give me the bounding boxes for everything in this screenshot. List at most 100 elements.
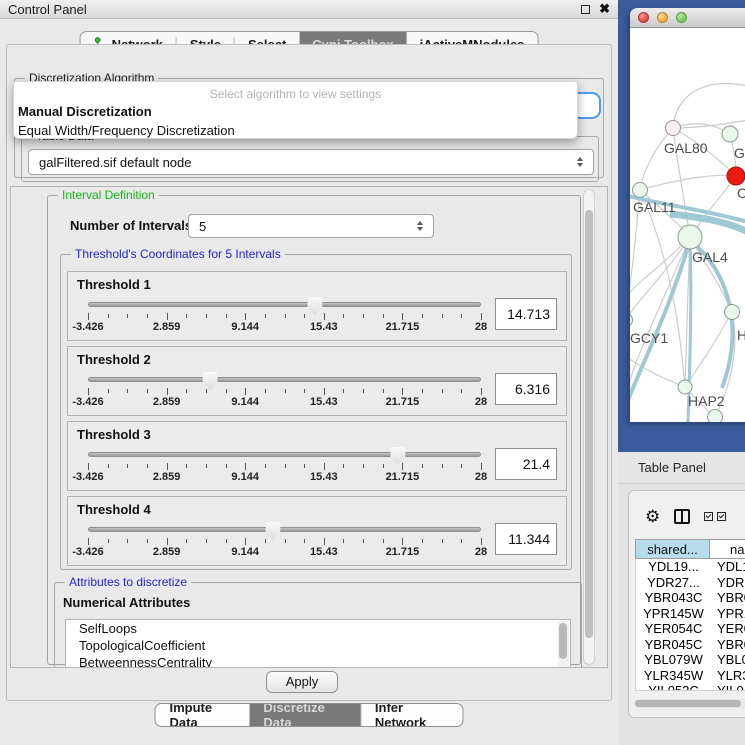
- network-graph: GAL80GACGAL11GAL4GCY1HHAP2: [630, 28, 745, 422]
- slider-track[interactable]: [88, 302, 481, 307]
- threshold-value-field[interactable]: 6.316: [495, 373, 557, 405]
- table-row[interactable]: YBL079WYBL0: [636, 652, 745, 668]
- tick-mark: [265, 539, 266, 543]
- tick-label: 28: [475, 396, 487, 408]
- tick-mark: [343, 314, 344, 318]
- tick-mark: [88, 313, 89, 320]
- tick-mark: [108, 539, 109, 543]
- tick-label: 9.144: [231, 546, 259, 558]
- network-node[interactable]: [725, 305, 740, 320]
- number-of-intervals-combobox[interactable]: 5: [188, 214, 434, 238]
- slider-track[interactable]: [88, 377, 481, 382]
- checkbox-icon[interactable]: [717, 512, 726, 521]
- tick-mark: [343, 464, 344, 468]
- cell-name[interactable]: YLR3: [711, 668, 745, 684]
- algorithm-option-manual[interactable]: Manual Discretization: [14, 102, 577, 121]
- cell-name[interactable]: YDL1: [711, 559, 745, 575]
- threshold-panel: Threshold 2-3.4262.8599.14415.4321.71528…: [67, 346, 567, 416]
- attributes-title: Attributes to discretize: [65, 575, 191, 589]
- close-icon[interactable]: ✖: [599, 4, 610, 14]
- tab-impute-data[interactable]: Impute Data: [156, 704, 250, 726]
- network-node[interactable]: [633, 183, 648, 198]
- network-node[interactable]: [678, 225, 702, 249]
- tick-label: 15.43: [310, 321, 338, 333]
- tick-mark: [481, 313, 482, 320]
- network-view-window[interactable]: GAL80GACGAL11GAL4GCY1HHAP2: [630, 8, 745, 422]
- cell-name[interactable]: YPR1: [711, 606, 745, 622]
- table-data-combobox[interactable]: galFiltered.sif default node: [28, 149, 594, 175]
- threshold-value-field[interactable]: 21.4: [495, 448, 557, 480]
- cell-shared-name[interactable]: YPR145W: [636, 606, 711, 622]
- cell-shared-name[interactable]: YIL052C: [636, 683, 711, 691]
- attribute-item[interactable]: BetweennessCentrality: [66, 654, 570, 668]
- cell-name[interactable]: YDR2: [711, 575, 745, 591]
- table-row[interactable]: YLR345WYLR3: [636, 668, 745, 684]
- tick-mark: [481, 388, 482, 395]
- threshold-label: Threshold 3: [68, 422, 566, 442]
- network-node[interactable]: [666, 121, 681, 136]
- gear-icon[interactable]: ⚙: [645, 508, 660, 525]
- cell-name[interactable]: YBR0: [711, 590, 745, 606]
- split-columns-icon[interactable]: [674, 509, 690, 524]
- settings-scroll-area: Interval Definition Number of Intervals …: [10, 186, 608, 668]
- close-traffic-light-icon[interactable]: [638, 12, 649, 23]
- settings-scrollbar[interactable]: [583, 189, 595, 665]
- checkbox-icon[interactable]: [704, 512, 713, 521]
- node-table-card: ⚙ shared... na YDL19...YDL1YDR27...YDR2Y…: [628, 490, 745, 718]
- network-window-titlebar[interactable]: [630, 8, 745, 28]
- cell-name[interactable]: YBR0: [711, 637, 745, 653]
- cell-shared-name[interactable]: YDR27...: [636, 575, 711, 591]
- network-canvas[interactable]: GAL80GACGAL11GAL4GCY1HHAP2: [630, 28, 745, 422]
- table-row[interactable]: YBR045CYBR0: [636, 637, 745, 653]
- table-row[interactable]: YPR145WYPR1: [636, 606, 745, 622]
- cell-name[interactable]: YIL0: [711, 683, 745, 691]
- table-row[interactable]: YIL052CYIL0: [636, 683, 745, 691]
- network-node[interactable]: [727, 167, 745, 185]
- algorithm-option-equal-width[interactable]: Equal Width/Frequency Discretization: [14, 121, 577, 140]
- cell-shared-name[interactable]: YBR043C: [636, 590, 711, 606]
- table-row[interactable]: YER054CYER0: [636, 621, 745, 637]
- table-row[interactable]: YBR043CYBR0: [636, 590, 745, 606]
- network-node[interactable]: [722, 126, 738, 142]
- node-label: H: [737, 327, 745, 343]
- table-row[interactable]: YDR27...YDR2: [636, 575, 745, 591]
- cell-shared-name[interactable]: YER054C: [636, 621, 711, 637]
- node-table: shared... na YDL19...YDL1YDR27...YDR2YBR…: [635, 539, 745, 691]
- tick-mark: [226, 389, 227, 393]
- tick-label: 21.715: [386, 321, 420, 333]
- tab-infer-network[interactable]: Infer Network: [361, 704, 463, 726]
- tick-mark: [461, 314, 462, 318]
- tab-infer-network-label: Infer Network: [375, 703, 449, 727]
- float-window-icon[interactable]: [581, 5, 590, 14]
- network-node[interactable]: [708, 410, 723, 423]
- column-header-name[interactable]: na: [710, 539, 745, 559]
- network-node[interactable]: [678, 380, 692, 394]
- column-header-shared-name[interactable]: shared...: [635, 539, 710, 559]
- zoom-traffic-light-icon[interactable]: [676, 12, 687, 23]
- table-panel-title: Table Panel: [638, 460, 706, 475]
- network-node[interactable]: [630, 313, 633, 328]
- threshold-value-field[interactable]: 14.713: [495, 298, 557, 330]
- tick-mark: [324, 313, 325, 320]
- cell-shared-name[interactable]: YBR045C: [636, 637, 711, 653]
- slider-track[interactable]: [88, 452, 481, 457]
- tab-discretize-data[interactable]: Discretize Data: [249, 704, 360, 726]
- tick-mark: [147, 314, 148, 318]
- tick-mark: [461, 389, 462, 393]
- table-row[interactable]: YDL19...YDL1: [636, 559, 745, 575]
- table-horizontal-scrollbar[interactable]: [633, 699, 745, 708]
- cell-shared-name[interactable]: YDL19...: [636, 559, 711, 575]
- attributes-scrollbar[interactable]: [558, 621, 569, 668]
- apply-button[interactable]: Apply: [266, 671, 338, 693]
- cell-shared-name[interactable]: YBL079W: [636, 652, 711, 668]
- tick-mark: [167, 313, 168, 320]
- cell-shared-name[interactable]: YLR345W: [636, 668, 711, 684]
- slider-track[interactable]: [88, 527, 481, 532]
- attribute-item[interactable]: TopologicalCoefficient: [66, 637, 570, 654]
- minimize-traffic-light-icon[interactable]: [657, 12, 668, 23]
- cell-name[interactable]: YER0: [711, 621, 745, 637]
- numerical-attributes-list[interactable]: SelfLoopsTopologicalCoefficientBetweenne…: [65, 619, 571, 668]
- threshold-value-field[interactable]: 11.344: [495, 523, 557, 555]
- attribute-item[interactable]: SelfLoops: [66, 620, 570, 637]
- cell-name[interactable]: YBL0: [711, 652, 745, 668]
